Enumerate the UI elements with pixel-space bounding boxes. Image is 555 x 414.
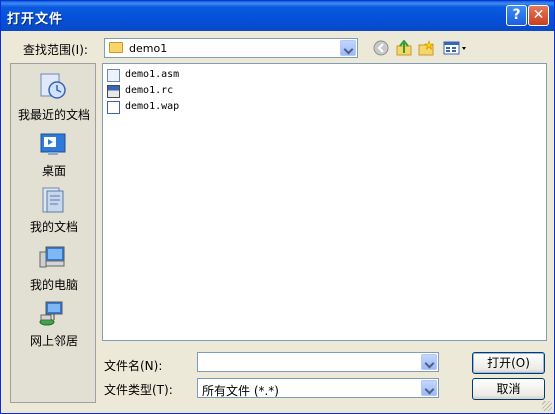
- view-menu-icon[interactable]: [443, 40, 468, 56]
- desktop-icon: [38, 130, 68, 158]
- recent-documents-icon: [38, 72, 68, 100]
- lookin-combo[interactable]: demo1: [104, 38, 358, 58]
- chevron-down-icon[interactable]: [421, 354, 437, 370]
- filename-label: 文件名(N):: [104, 359, 163, 373]
- network-places-icon: [38, 300, 68, 328]
- close-button[interactable]: ✕: [528, 5, 549, 26]
- up-folder-icon[interactable]: [396, 39, 413, 56]
- rc-file-icon: [107, 85, 120, 98]
- file-name: demo1.wap: [125, 101, 180, 112]
- open-file-dialog: 打开文件 ? ✕ 查找范围(I): demo1 我最近的文档 桌面 我的文档 我…: [0, 0, 555, 414]
- resize-grip[interactable]: [542, 401, 552, 411]
- filetype-value: 所有文件 (*.*): [202, 384, 279, 398]
- filetype-combo[interactable]: 所有文件 (*.*): [197, 378, 439, 398]
- window-title: 打开文件: [7, 12, 64, 27]
- cancel-button[interactable]: 取消: [472, 378, 545, 400]
- open-button[interactable]: 打开(O): [472, 352, 545, 374]
- wap-file-icon: [107, 101, 120, 114]
- asm-file-icon: [107, 69, 120, 82]
- my-computer-icon: [38, 244, 68, 272]
- chevron-down-icon[interactable]: [421, 380, 437, 396]
- back-icon[interactable]: [373, 40, 390, 56]
- place-label: 我的文档: [29, 220, 78, 234]
- filetype-label: 文件类型(T):: [104, 383, 173, 397]
- my-documents-icon: [38, 186, 68, 214]
- place-my-computer[interactable]: 我的电脑: [11, 244, 97, 296]
- filename-input[interactable]: [197, 352, 439, 372]
- file-list[interactable]: demo1.asm demo1.rc demo1.wap: [102, 63, 547, 341]
- places-bar: 我最近的文档 桌面 我的文档 我的电脑 网上邻居: [10, 63, 96, 403]
- title-bar[interactable]: 打开文件 ? ✕: [1, 1, 554, 31]
- place-my-documents[interactable]: 我的文档: [11, 186, 97, 238]
- help-button[interactable]: ?: [506, 5, 527, 26]
- lookin-label: 查找范围(I):: [23, 43, 88, 57]
- file-name: demo1.asm: [125, 69, 180, 80]
- lookin-value: demo1: [129, 42, 168, 55]
- place-label: 我最近的文档: [17, 108, 90, 122]
- folder-icon: [109, 42, 123, 53]
- place-desktop[interactable]: 桌面: [11, 130, 97, 182]
- place-recent-documents[interactable]: 我最近的文档: [11, 72, 97, 124]
- place-label: 我的电脑: [29, 278, 78, 292]
- place-network[interactable]: 网上邻居: [11, 300, 97, 352]
- file-name: demo1.rc: [125, 85, 174, 96]
- place-label: 桌面: [41, 164, 66, 178]
- place-label: 网上邻居: [29, 334, 78, 348]
- chevron-down-icon[interactable]: [340, 40, 356, 56]
- new-folder-icon[interactable]: [418, 40, 435, 56]
